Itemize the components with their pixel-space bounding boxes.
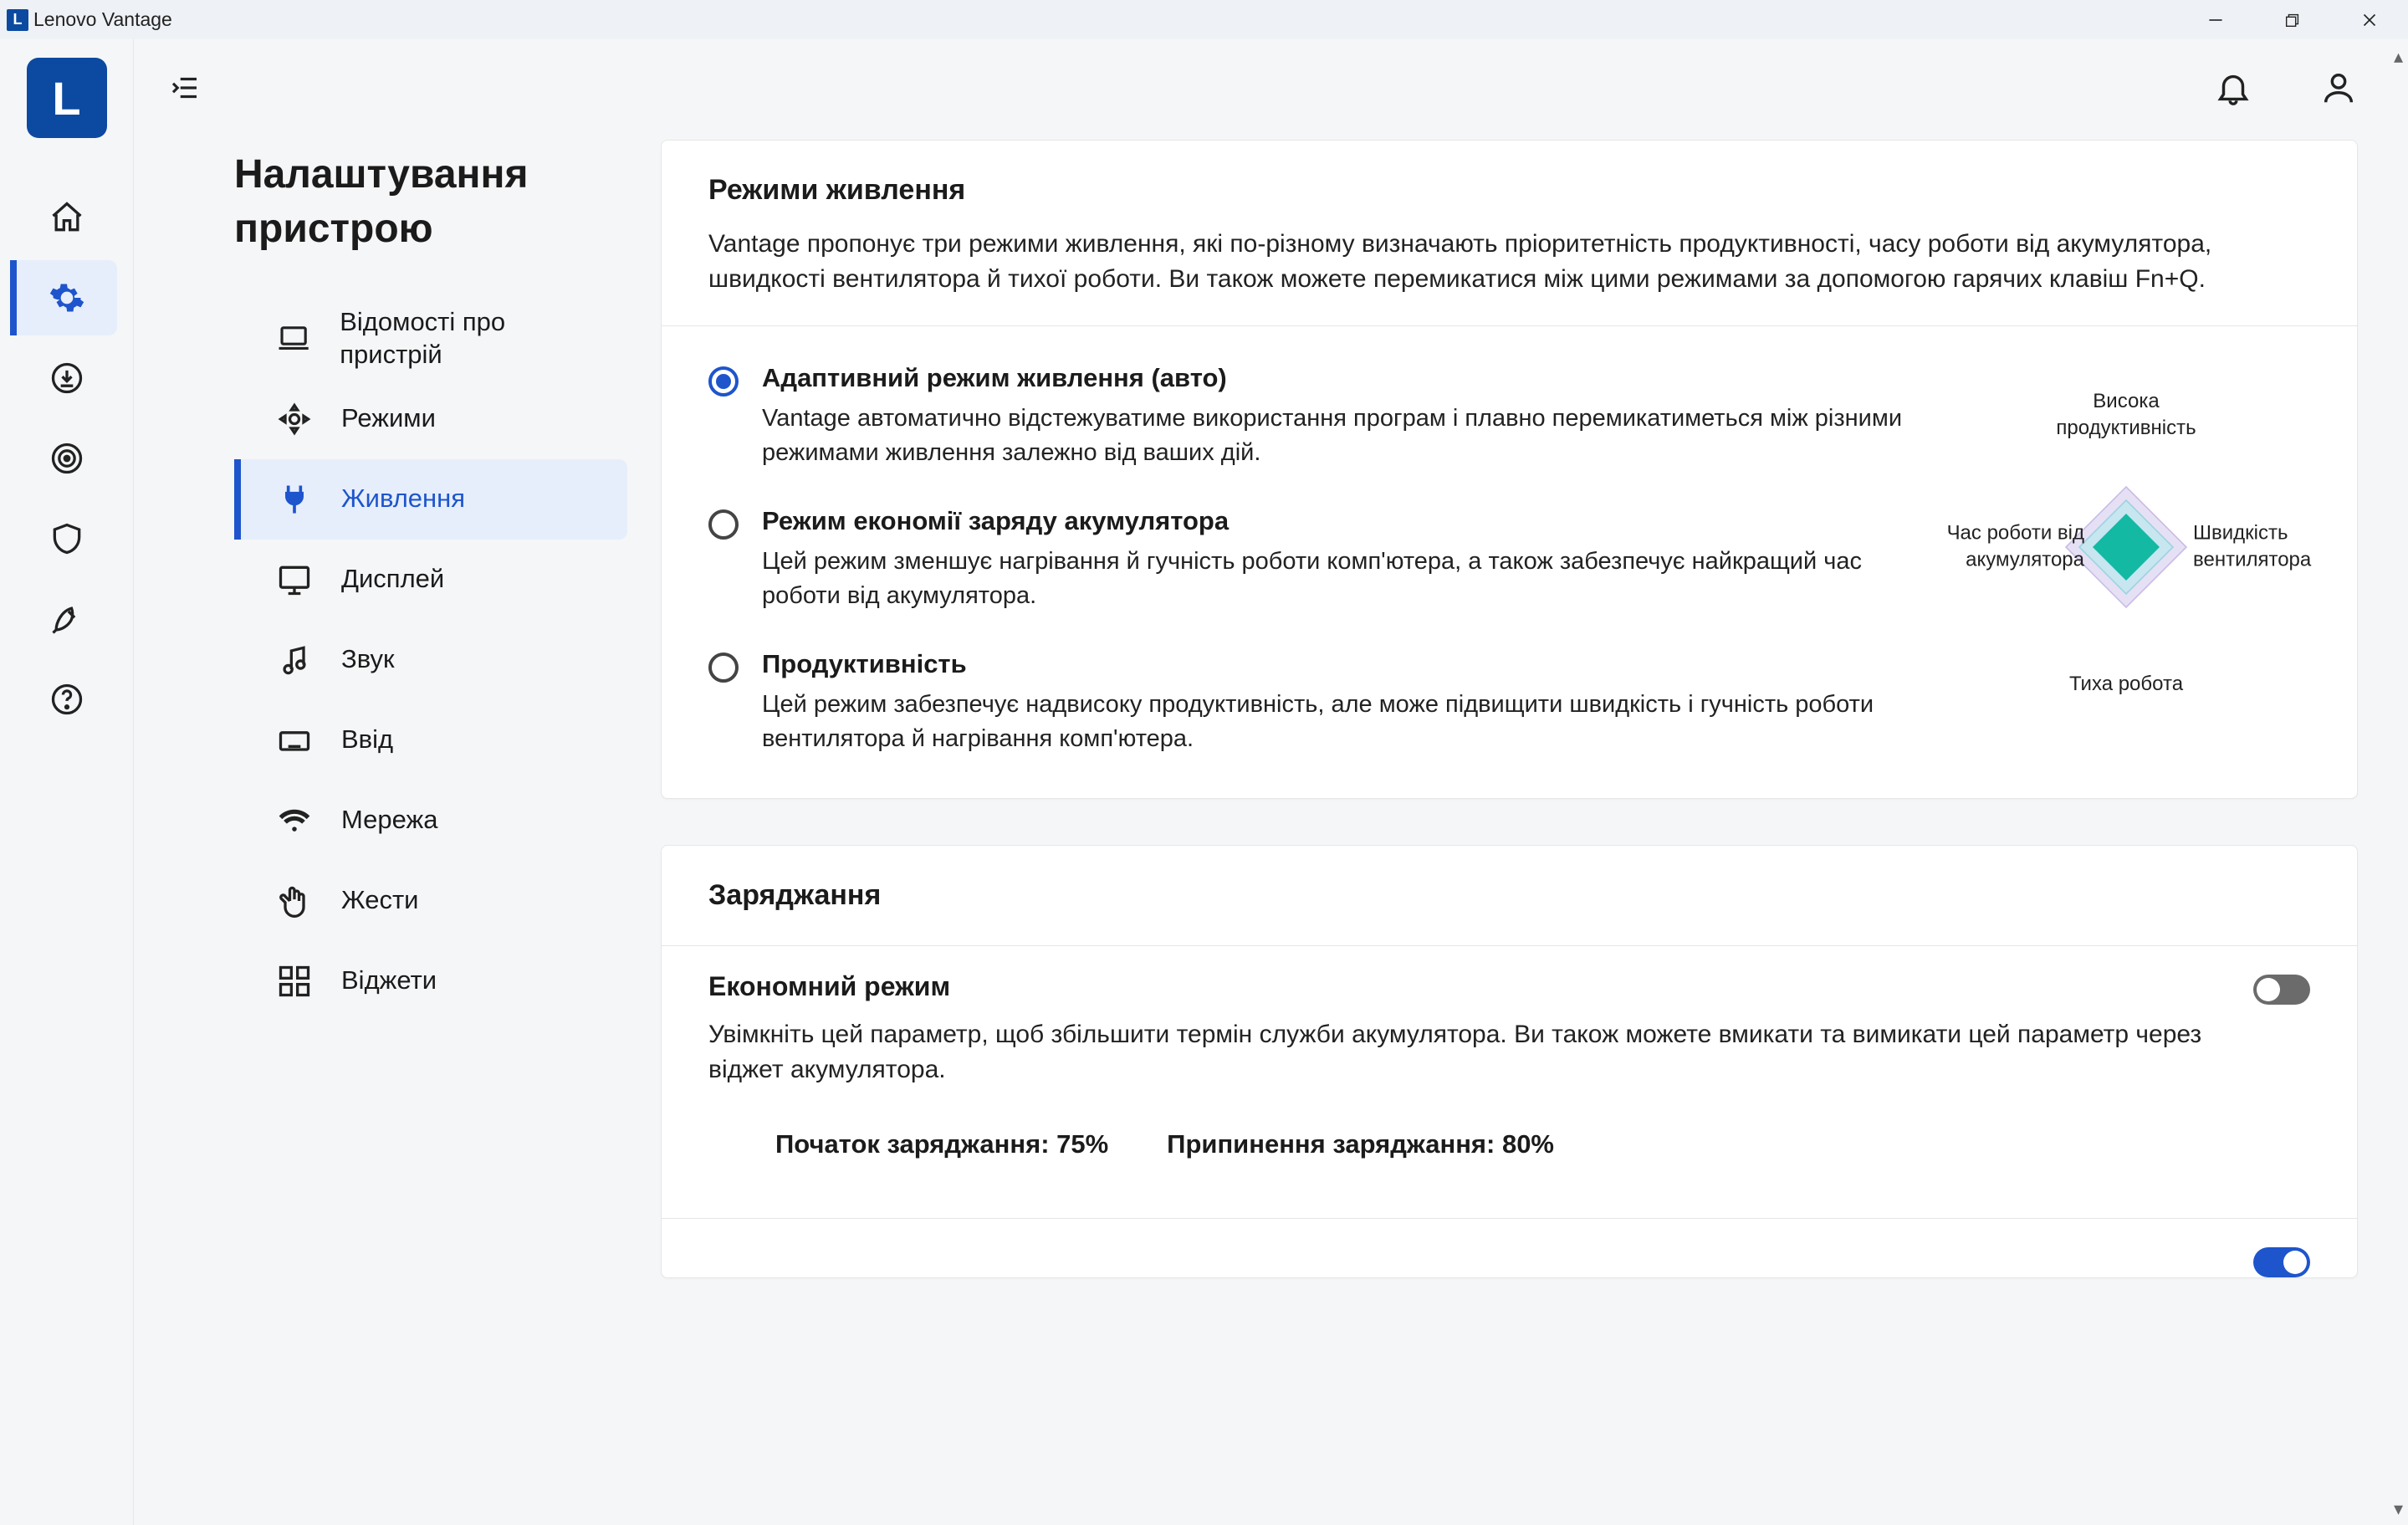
settings-item-network[interactable]: Мережа — [234, 780, 627, 861]
rail-target[interactable] — [17, 421, 117, 496]
music-icon — [276, 642, 313, 678]
charging-title: Заряджання — [708, 879, 2310, 912]
settings-item-modes[interactable]: Режими — [234, 379, 627, 459]
app-icon: L — [7, 9, 28, 31]
power-modes-description: Vantage пропонує три режими живлення, як… — [708, 227, 2310, 297]
radio-description: Цей режим зменшує нагрівання й гучність … — [762, 545, 1909, 612]
diagram-label-right: Швидкість вентилятора — [2193, 520, 2310, 575]
diagram-label-top: Висока продуктивність — [2034, 388, 2218, 443]
scroll-down-arrow[interactable]: ▾ — [2394, 1498, 2403, 1520]
eco-mode-label: Економний режим — [708, 971, 2253, 1002]
power-modes-card: Режими живлення Vantage пропонує три реж… — [661, 140, 2358, 799]
settings-item-label: Мережа — [341, 804, 438, 837]
radio-description: Цей режим забезпечує надвисоку продуктив… — [762, 688, 1909, 755]
radio-label: Адаптивний режим живлення (авто) — [762, 363, 1909, 393]
radio-icon — [708, 509, 739, 540]
widgets-icon — [276, 963, 313, 1000]
power-mode-diagram: Висока продуктивність Час роботи від аку… — [1942, 363, 2310, 731]
wifi-icon — [276, 802, 313, 839]
settings-item-label: Віджети — [341, 965, 437, 997]
radio-label: Режим економії заряду акумулятора — [762, 506, 1909, 536]
charge-stop-threshold: Припинення заряджання: 80% — [1167, 1129, 1554, 1159]
radio-icon — [708, 652, 739, 683]
close-button[interactable] — [2331, 0, 2408, 39]
settings-item-label: Ввід — [341, 724, 393, 756]
power-modes-title: Режими живлення — [708, 174, 2310, 207]
diagram-label-left: Час роботи від акумулятора — [1942, 520, 2084, 575]
settings-item-label: Живлення — [341, 483, 465, 515]
power-mode-battery[interactable]: Режим економії заряду акумулятора Цей ре… — [708, 506, 1909, 612]
charging-card: Заряджання Економний режим Увімкніть цей… — [661, 845, 2358, 1278]
nav-rail: L — [0, 39, 134, 1525]
laptop-icon — [276, 320, 311, 357]
hand-icon — [276, 883, 313, 919]
settings-title: Налаштування пристрою — [234, 140, 627, 257]
rail-home[interactable] — [17, 180, 117, 255]
maximize-button[interactable] — [2254, 0, 2331, 39]
settings-item-label: Жести — [341, 884, 419, 917]
eco-mode-toggle[interactable] — [2253, 975, 2310, 1005]
rail-security[interactable] — [17, 501, 117, 576]
rail-performance[interactable] — [17, 581, 117, 657]
modes-icon — [276, 401, 313, 438]
settings-sidebar: Налаштування пристрою Відомості про прис… — [134, 140, 661, 1525]
settings-item-display[interactable]: Дисплей — [234, 540, 627, 620]
keyboard-icon — [276, 722, 313, 759]
plug-icon — [276, 481, 313, 518]
eco-mode-description: Увімкніть цей параметр, щоб збільшити те… — [708, 1017, 2253, 1087]
radio-description: Vantage автоматично відстежуватиме викор… — [762, 402, 1909, 469]
settings-item-sound[interactable]: Звук — [234, 620, 627, 700]
settings-item-gestures[interactable]: Жести — [234, 861, 627, 941]
settings-item-power[interactable]: Живлення — [234, 459, 627, 540]
account-icon[interactable] — [2319, 69, 2358, 111]
settings-item-device-info[interactable]: Відомості про пристрій — [234, 299, 627, 379]
settings-item-label: Дисплей — [341, 563, 444, 596]
minimize-button[interactable] — [2177, 0, 2254, 39]
scroll-up-arrow[interactable]: ▴ — [2394, 46, 2403, 68]
menu-toggle-icon[interactable] — [167, 70, 202, 110]
power-mode-performance[interactable]: Продуктивність Цей режим забезпечує надв… — [708, 649, 1909, 755]
settings-item-input[interactable]: Ввід — [234, 700, 627, 780]
power-mode-adaptive[interactable]: Адаптивний режим живлення (авто) Vantage… — [708, 363, 1909, 469]
rapid-charge-toggle[interactable] — [2253, 1247, 2310, 1277]
notifications-icon[interactable] — [2214, 69, 2252, 111]
settings-item-label: Відомості про пристрій — [340, 306, 604, 371]
app-logo[interactable]: L — [27, 58, 107, 138]
settings-item-label: Звук — [341, 643, 395, 676]
rail-help[interactable] — [17, 662, 117, 737]
window-title: Lenovo Vantage — [33, 8, 172, 31]
main-content: Режими живлення Vantage пропонує три реж… — [661, 140, 2408, 1525]
diagram-label-bottom: Тиха робота — [2069, 671, 2183, 698]
settings-item-label: Режими — [341, 402, 436, 435]
rail-settings[interactable] — [10, 260, 117, 335]
radio-label: Продуктивність — [762, 649, 1909, 679]
rail-download[interactable] — [17, 340, 117, 416]
charge-start-threshold: Початок заряджання: 75% — [775, 1129, 1108, 1159]
settings-item-widgets[interactable]: Віджети — [234, 941, 627, 1021]
radio-icon — [708, 366, 739, 397]
topbar — [134, 39, 2408, 140]
titlebar: L Lenovo Vantage — [0, 0, 2408, 39]
display-icon — [276, 561, 313, 598]
